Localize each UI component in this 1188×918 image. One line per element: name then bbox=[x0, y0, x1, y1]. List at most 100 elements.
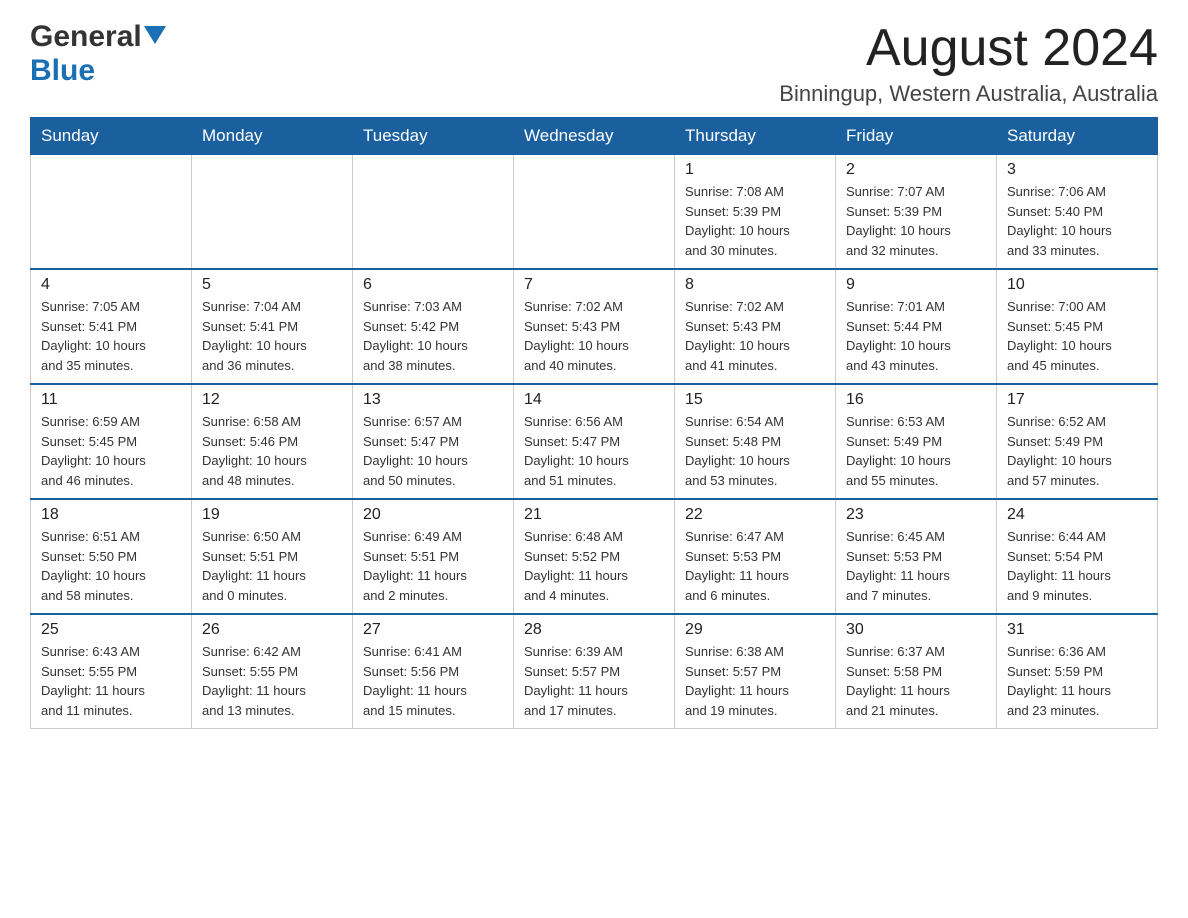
day-number: 24 bbox=[1007, 506, 1147, 524]
day-info: Sunrise: 6:44 AM Sunset: 5:54 PM Dayligh… bbox=[1007, 527, 1147, 605]
calendar-cell: 3Sunrise: 7:06 AM Sunset: 5:40 PM Daylig… bbox=[997, 155, 1158, 270]
day-number: 21 bbox=[524, 506, 664, 524]
logo-general-text: General bbox=[30, 20, 142, 54]
day-number: 9 bbox=[846, 276, 986, 294]
calendar-cell: 15Sunrise: 6:54 AM Sunset: 5:48 PM Dayli… bbox=[675, 384, 836, 499]
calendar-week-row: 25 Sunrise: 6:43 AM Sunset: 5:55 PM Dayli… bbox=[31, 614, 1158, 729]
day-info: Sunrise: 7:07 AM Sunset: 5:39 PM Dayligh… bbox=[846, 182, 986, 260]
day-number: 1 bbox=[685, 161, 825, 179]
day-number: 27 bbox=[363, 621, 503, 639]
calendar-week-row: 1 Sunrise: 7:08 AM Sunset: 5:39 PM Daylig… bbox=[31, 155, 1158, 270]
calendar-cell: 10 Sunrise: 7:00 AM Sunset: 5:45 PM Dayli… bbox=[997, 269, 1158, 384]
day-number: 12 bbox=[202, 391, 342, 409]
calendar-cell: 24 Sunrise: 6:44 AM Sunset: 5:54 PM Dayli… bbox=[997, 499, 1158, 614]
day-info: Sunrise: 6:38 AM Sunset: 5:57 PM Dayligh… bbox=[685, 642, 825, 720]
day-info: Sunrise: 6:45 AM Sunset: 5:53 PM Dayligh… bbox=[846, 527, 986, 605]
calendar-week-row: 11 Sunrise: 6:59 AM Sunset: 5:45 PM Dayli… bbox=[31, 384, 1158, 499]
location-subtitle: Binningup, Western Australia, Australia bbox=[779, 81, 1158, 107]
calendar-cell: 20 Sunrise: 6:49 AM Sunset: 5:51 PM Dayli… bbox=[353, 499, 514, 614]
day-info: Sunrise: 6:56 AM Sunset: 5:47 PM Dayligh… bbox=[524, 412, 664, 490]
weekday-header-monday: Monday bbox=[192, 118, 353, 155]
day-info: Sunrise: 6:58 AM Sunset: 5:46 PM Dayligh… bbox=[202, 412, 342, 490]
day-number: 16 bbox=[846, 391, 986, 409]
day-info: Sunrise: 6:43 AM Sunset: 5:55 PM Dayligh… bbox=[41, 642, 181, 720]
logo: General Blue bbox=[30, 20, 166, 88]
day-number: 2 bbox=[846, 161, 986, 179]
calendar-cell: 7Sunrise: 7:02 AM Sunset: 5:43 PM Daylig… bbox=[514, 269, 675, 384]
calendar-table: SundayMondayTuesdayWednesdayThursdayFrid… bbox=[30, 117, 1158, 729]
weekday-header-wednesday: Wednesday bbox=[514, 118, 675, 155]
day-info: Sunrise: 6:39 AM Sunset: 5:57 PM Dayligh… bbox=[524, 642, 664, 720]
calendar-cell: 8Sunrise: 7:02 AM Sunset: 5:43 PM Daylig… bbox=[675, 269, 836, 384]
day-number: 18 bbox=[41, 506, 181, 524]
day-info: Sunrise: 6:53 AM Sunset: 5:49 PM Dayligh… bbox=[846, 412, 986, 490]
calendar-cell: 6Sunrise: 7:03 AM Sunset: 5:42 PM Daylig… bbox=[353, 269, 514, 384]
weekday-header-thursday: Thursday bbox=[675, 118, 836, 155]
calendar-cell: 31 Sunrise: 6:36 AM Sunset: 5:59 PM Dayli… bbox=[997, 614, 1158, 729]
day-info: Sunrise: 6:36 AM Sunset: 5:59 PM Dayligh… bbox=[1007, 642, 1147, 720]
day-info: Sunrise: 6:42 AM Sunset: 5:55 PM Dayligh… bbox=[202, 642, 342, 720]
day-info: Sunrise: 7:00 AM Sunset: 5:45 PM Dayligh… bbox=[1007, 297, 1147, 375]
calendar-week-row: 18 Sunrise: 6:51 AM Sunset: 5:50 PM Dayli… bbox=[31, 499, 1158, 614]
day-number: 11 bbox=[41, 391, 181, 409]
calendar-cell: 25 Sunrise: 6:43 AM Sunset: 5:55 PM Dayli… bbox=[31, 614, 192, 729]
day-number: 28 bbox=[524, 621, 664, 639]
title-section: August 2024 Binningup, Western Australia… bbox=[779, 20, 1158, 107]
page-header: General Blue August 2024 Binningup, West… bbox=[30, 20, 1158, 107]
calendar-cell: 16 Sunrise: 6:53 AM Sunset: 5:49 PM Dayli… bbox=[836, 384, 997, 499]
calendar-cell: 14 Sunrise: 6:56 AM Sunset: 5:47 PM Dayli… bbox=[514, 384, 675, 499]
day-number: 31 bbox=[1007, 621, 1147, 639]
day-number: 14 bbox=[524, 391, 664, 409]
day-info: Sunrise: 7:01 AM Sunset: 5:44 PM Dayligh… bbox=[846, 297, 986, 375]
day-info: Sunrise: 7:08 AM Sunset: 5:39 PM Dayligh… bbox=[685, 182, 825, 260]
calendar-cell: 1 Sunrise: 7:08 AM Sunset: 5:39 PM Daylig… bbox=[675, 155, 836, 270]
calendar-cell: 19 Sunrise: 6:50 AM Sunset: 5:51 PM Dayli… bbox=[192, 499, 353, 614]
weekday-header-friday: Friday bbox=[836, 118, 997, 155]
day-info: Sunrise: 6:41 AM Sunset: 5:56 PM Dayligh… bbox=[363, 642, 503, 720]
day-info: Sunrise: 6:57 AM Sunset: 5:47 PM Dayligh… bbox=[363, 412, 503, 490]
calendar-cell: 23Sunrise: 6:45 AM Sunset: 5:53 PM Dayli… bbox=[836, 499, 997, 614]
day-number: 7 bbox=[524, 276, 664, 294]
calendar-cell bbox=[353, 155, 514, 270]
month-title: August 2024 bbox=[779, 20, 1158, 77]
calendar-cell: 17 Sunrise: 6:52 AM Sunset: 5:49 PM Dayli… bbox=[997, 384, 1158, 499]
weekday-header-sunday: Sunday bbox=[31, 118, 192, 155]
calendar-cell: 21Sunrise: 6:48 AM Sunset: 5:52 PM Dayli… bbox=[514, 499, 675, 614]
calendar-cell: 26 Sunrise: 6:42 AM Sunset: 5:55 PM Dayli… bbox=[192, 614, 353, 729]
day-info: Sunrise: 6:52 AM Sunset: 5:49 PM Dayligh… bbox=[1007, 412, 1147, 490]
weekday-header-tuesday: Tuesday bbox=[353, 118, 514, 155]
day-info: Sunrise: 6:50 AM Sunset: 5:51 PM Dayligh… bbox=[202, 527, 342, 605]
day-info: Sunrise: 6:37 AM Sunset: 5:58 PM Dayligh… bbox=[846, 642, 986, 720]
day-number: 8 bbox=[685, 276, 825, 294]
calendar-cell bbox=[192, 155, 353, 270]
day-number: 30 bbox=[846, 621, 986, 639]
day-info: Sunrise: 6:51 AM Sunset: 5:50 PM Dayligh… bbox=[41, 527, 181, 605]
day-number: 13 bbox=[363, 391, 503, 409]
calendar-cell: 4 Sunrise: 7:05 AM Sunset: 5:41 PM Daylig… bbox=[31, 269, 192, 384]
day-number: 22 bbox=[685, 506, 825, 524]
calendar-cell: 30 Sunrise: 6:37 AM Sunset: 5:58 PM Dayli… bbox=[836, 614, 997, 729]
calendar-cell bbox=[31, 155, 192, 270]
calendar-week-row: 4 Sunrise: 7:05 AM Sunset: 5:41 PM Daylig… bbox=[31, 269, 1158, 384]
day-info: Sunrise: 7:03 AM Sunset: 5:42 PM Dayligh… bbox=[363, 297, 503, 375]
day-number: 26 bbox=[202, 621, 342, 639]
day-number: 19 bbox=[202, 506, 342, 524]
day-number: 20 bbox=[363, 506, 503, 524]
calendar-cell bbox=[514, 155, 675, 270]
weekday-header-row: SundayMondayTuesdayWednesdayThursdayFrid… bbox=[31, 118, 1158, 155]
logo-arrow-icon bbox=[144, 26, 166, 49]
day-info: Sunrise: 7:05 AM Sunset: 5:41 PM Dayligh… bbox=[41, 297, 181, 375]
day-number: 25 bbox=[41, 621, 181, 639]
calendar-cell: 9 Sunrise: 7:01 AM Sunset: 5:44 PM Daylig… bbox=[836, 269, 997, 384]
calendar-cell: 28 Sunrise: 6:39 AM Sunset: 5:57 PM Dayli… bbox=[514, 614, 675, 729]
day-number: 17 bbox=[1007, 391, 1147, 409]
calendar-cell: 27 Sunrise: 6:41 AM Sunset: 5:56 PM Dayli… bbox=[353, 614, 514, 729]
calendar-cell: 29Sunrise: 6:38 AM Sunset: 5:57 PM Dayli… bbox=[675, 614, 836, 729]
day-number: 10 bbox=[1007, 276, 1147, 294]
day-info: Sunrise: 6:54 AM Sunset: 5:48 PM Dayligh… bbox=[685, 412, 825, 490]
day-info: Sunrise: 6:59 AM Sunset: 5:45 PM Dayligh… bbox=[41, 412, 181, 490]
day-number: 4 bbox=[41, 276, 181, 294]
day-info: Sunrise: 7:06 AM Sunset: 5:40 PM Dayligh… bbox=[1007, 182, 1147, 260]
day-info: Sunrise: 6:49 AM Sunset: 5:51 PM Dayligh… bbox=[363, 527, 503, 605]
day-info: Sunrise: 6:47 AM Sunset: 5:53 PM Dayligh… bbox=[685, 527, 825, 605]
